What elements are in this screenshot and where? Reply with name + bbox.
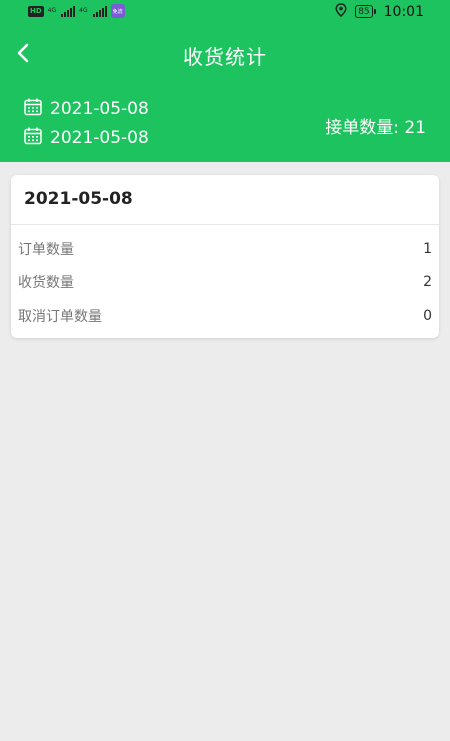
signal-icon (92, 5, 107, 17)
status-bar: HD 4G 4G 免流 85 10:01 (0, 0, 450, 24)
signal-2-label: 4G (79, 7, 88, 14)
calendar-icon (23, 126, 43, 151)
location-icon (335, 3, 347, 20)
stat-value: 1 (423, 241, 432, 257)
clock: 10:01 (383, 3, 424, 20)
stat-row-orders: 订单数量 1 (18, 238, 432, 260)
stat-value: 0 (423, 308, 432, 324)
hd-badge: HD (28, 5, 44, 17)
stat-row-received: 收货数量 2 (18, 271, 432, 293)
end-date-text: 2021-05-08 (50, 128, 149, 148)
divider (11, 224, 439, 225)
battery-icon: 85 (355, 5, 376, 18)
end-date-picker[interactable]: 2021-05-08 (23, 126, 149, 150)
signal-icon (61, 5, 76, 17)
app-badge: 免流 (110, 4, 125, 18)
stat-label: 收货数量 (18, 275, 74, 291)
stat-row-cancelled: 取消订单数量 0 (18, 305, 432, 327)
start-date-text: 2021-05-08 (50, 99, 149, 119)
nav-bar: 收货统计 (0, 30, 450, 80)
start-date-picker[interactable]: 2021-05-08 (23, 97, 149, 121)
status-left: HD 4G 4G 免流 (28, 4, 125, 18)
status-right: 85 10:01 (335, 3, 424, 20)
stat-label: 取消订单数量 (18, 309, 102, 325)
signal-1-label: 4G (47, 7, 57, 14)
stat-label: 订单数量 (18, 242, 74, 258)
battery-level: 85 (355, 5, 373, 18)
page-title: 收货统计 (183, 45, 267, 69)
calendar-icon (23, 97, 43, 122)
stat-value: 2 (423, 274, 432, 290)
daily-stats-card: 2021-05-08 订单数量 1 收货数量 2 取消订单数量 0 (11, 175, 439, 338)
card-date: 2021-05-08 (24, 189, 133, 209)
header-bar: HD 4G 4G 免流 85 10:01 收货统计 2021-05-08 202… (0, 0, 450, 162)
order-count-label: 接单数量: 21 (325, 118, 426, 138)
